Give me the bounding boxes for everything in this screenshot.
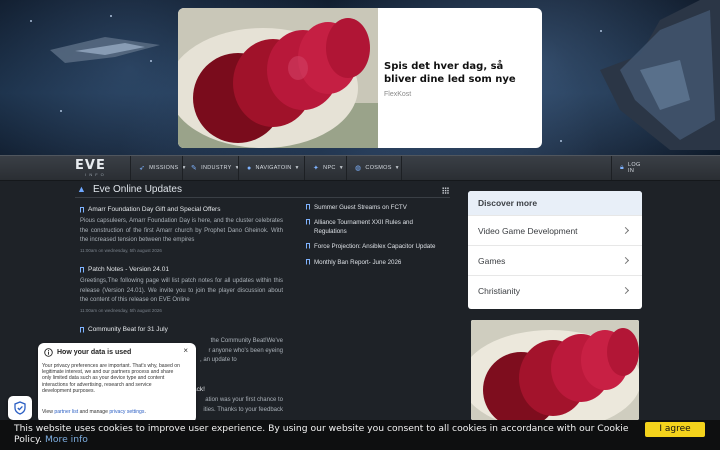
nav-navigation[interactable]: ● NAVIGATOIN ▼ [238, 156, 304, 180]
spaceship-left [50, 37, 160, 63]
hero-banner: Spis det hver dag, så bliver dine led so… [0, 0, 720, 155]
agree-button[interactable]: I agree [645, 422, 705, 437]
close-icon[interactable]: × [183, 346, 188, 355]
discover-item[interactable]: Games [468, 245, 642, 275]
map-pin-icon: ● [247, 164, 252, 172]
ad-source: FlexKost [384, 91, 412, 98]
beet-slices-image [178, 8, 378, 148]
bookmark-icon [306, 243, 310, 249]
discover-item[interactable]: Video Game Development [468, 215, 642, 245]
side-link[interactable]: Monthly Ban Report- June 2026 [306, 258, 446, 267]
globe-icon: ◍ [355, 165, 362, 172]
caret-down-icon: ▼ [394, 165, 400, 171]
ad-title[interactable]: Spis det hver dag, så bliver dine led so… [384, 60, 536, 86]
ad-image-side[interactable] [471, 320, 639, 420]
chevron-right-icon [621, 256, 630, 265]
article-title[interactable]: Amarr Foundation Day Gift and Special Of… [80, 206, 283, 213]
bookmark-icon [80, 266, 84, 273]
discover-more-panel: Discover more Video Game Development Gam… [468, 191, 642, 309]
discover-title: Discover more [468, 191, 642, 215]
side-link[interactable]: Summer Guest Streams on FCTV [306, 203, 446, 212]
discover-item[interactable]: Christianity [468, 275, 642, 305]
chevron-right-icon [621, 286, 630, 295]
caret-down-icon: ▼ [338, 165, 344, 171]
eve-info-logo[interactable]: EVE INFO [75, 159, 117, 179]
more-info-link[interactable]: More info [45, 434, 88, 445]
bookmark-icon [306, 259, 310, 265]
caret-down-icon: ▼ [294, 165, 300, 171]
bookmark-icon [306, 204, 310, 210]
privacy-shield-button[interactable] [8, 396, 32, 420]
cookie-banner: This website uses cookies to improve use… [0, 420, 720, 450]
privacy-body: Your privacy preferences are important. … [42, 363, 180, 394]
lock-icon: 🔒︎ [620, 164, 625, 171]
partner-list-link[interactable]: partner list [54, 409, 78, 415]
nav-npc[interactable]: ✦ NPC ▼ [304, 156, 346, 180]
wrench-icon: ✎ [191, 165, 198, 172]
nav-login[interactable]: 🔒︎ LOG IN [611, 156, 645, 180]
chevron-right-icon [621, 226, 630, 235]
bookmark-icon [306, 219, 310, 225]
page-title: Eve Online Updates [93, 184, 182, 195]
nav-cosmos[interactable]: ◍ COSMOS ▼ [346, 156, 402, 180]
cookie-text: This website uses cookies to improve use… [14, 423, 629, 445]
privacy-popup: How your data is used × Your privacy pre… [38, 343, 196, 423]
nav-industry[interactable]: ✎ INDUSTRY ▼ [182, 156, 240, 180]
pin-icon: ✦ [313, 165, 320, 172]
article-date: 11:00am on wednesday, 5th august 2026 [80, 307, 162, 313]
main-navbar: EVE INFO ➶ MISSIONS ▼ ✎ INDUSTRY ▼ ● NAVIGATO… [0, 155, 720, 181]
privacy-title: How your data is used [57, 349, 132, 356]
privacy-settings-link[interactable]: privacy settings [109, 409, 144, 415]
article-date: 11:00am on wednesday, 5th august 2026 [80, 247, 162, 253]
beet-slices-image [471, 320, 639, 420]
rocket-icon: ▲ [77, 184, 86, 194]
privacy-footer: View partner list and manage privacy set… [42, 409, 146, 415]
article-title[interactable]: Patch Notes - Version 24.01 [80, 266, 283, 273]
side-link[interactable]: Force Projection: Ansiblex Capacitor Upd… [306, 242, 446, 251]
side-link[interactable]: Alliance Tournament XXII Rules and Regul… [306, 218, 446, 236]
bookmark-icon [80, 326, 84, 333]
bookmark-icon [80, 206, 84, 213]
updates-header: ▲ Eve Online Updates [75, 183, 450, 198]
article-excerpt: Greetings,The following page will list p… [80, 278, 283, 303]
article-title[interactable]: Community Beat for 31 July [80, 326, 283, 333]
rocket-icon: ➶ [139, 165, 146, 172]
article-item: Amarr Foundation Day Gift and Special Of… [80, 206, 283, 253]
grid-view-icon[interactable] [442, 187, 449, 194]
article-item: Patch Notes - Version 24.01 Greetings,Th… [80, 266, 283, 313]
spaceship-right [600, 0, 720, 150]
ad-card-top[interactable]: Spis det hver dag, så bliver dine led so… [178, 8, 542, 148]
info-icon [44, 348, 53, 357]
article-excerpt: Pious capsuleers, Amarr Foundation Day i… [80, 218, 283, 243]
shield-icon [14, 401, 26, 415]
nav-missions[interactable]: ➶ MISSIONS ▼ [130, 156, 186, 180]
